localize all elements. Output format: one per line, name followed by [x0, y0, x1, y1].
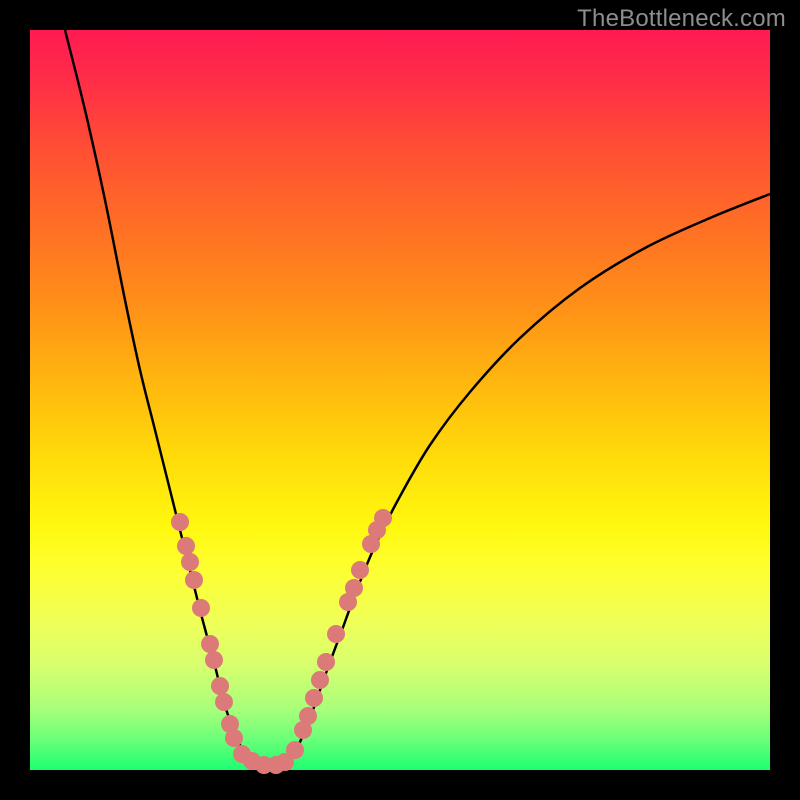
bead — [311, 671, 329, 689]
right-curve — [292, 194, 770, 758]
bead — [305, 689, 323, 707]
bead — [345, 579, 363, 597]
bead — [286, 741, 304, 759]
beads-left — [171, 513, 243, 747]
bead — [374, 509, 392, 527]
beads-floor — [233, 745, 294, 774]
bead — [299, 707, 317, 725]
bead — [177, 537, 195, 555]
bead — [211, 677, 229, 695]
beads-right — [286, 509, 392, 759]
watermark-text: TheBottleneck.com — [577, 5, 786, 33]
bead — [171, 513, 189, 531]
bead — [327, 625, 345, 643]
bead — [192, 599, 210, 617]
bead — [205, 651, 223, 669]
bead — [181, 553, 199, 571]
chart-frame: TheBottleneck.com — [0, 0, 800, 800]
bead — [201, 635, 219, 653]
plot-area — [30, 30, 770, 770]
bead — [317, 653, 335, 671]
curve-layer — [30, 30, 770, 770]
bead — [185, 571, 203, 589]
bead — [351, 561, 369, 579]
bead — [225, 729, 243, 747]
bead — [215, 693, 233, 711]
